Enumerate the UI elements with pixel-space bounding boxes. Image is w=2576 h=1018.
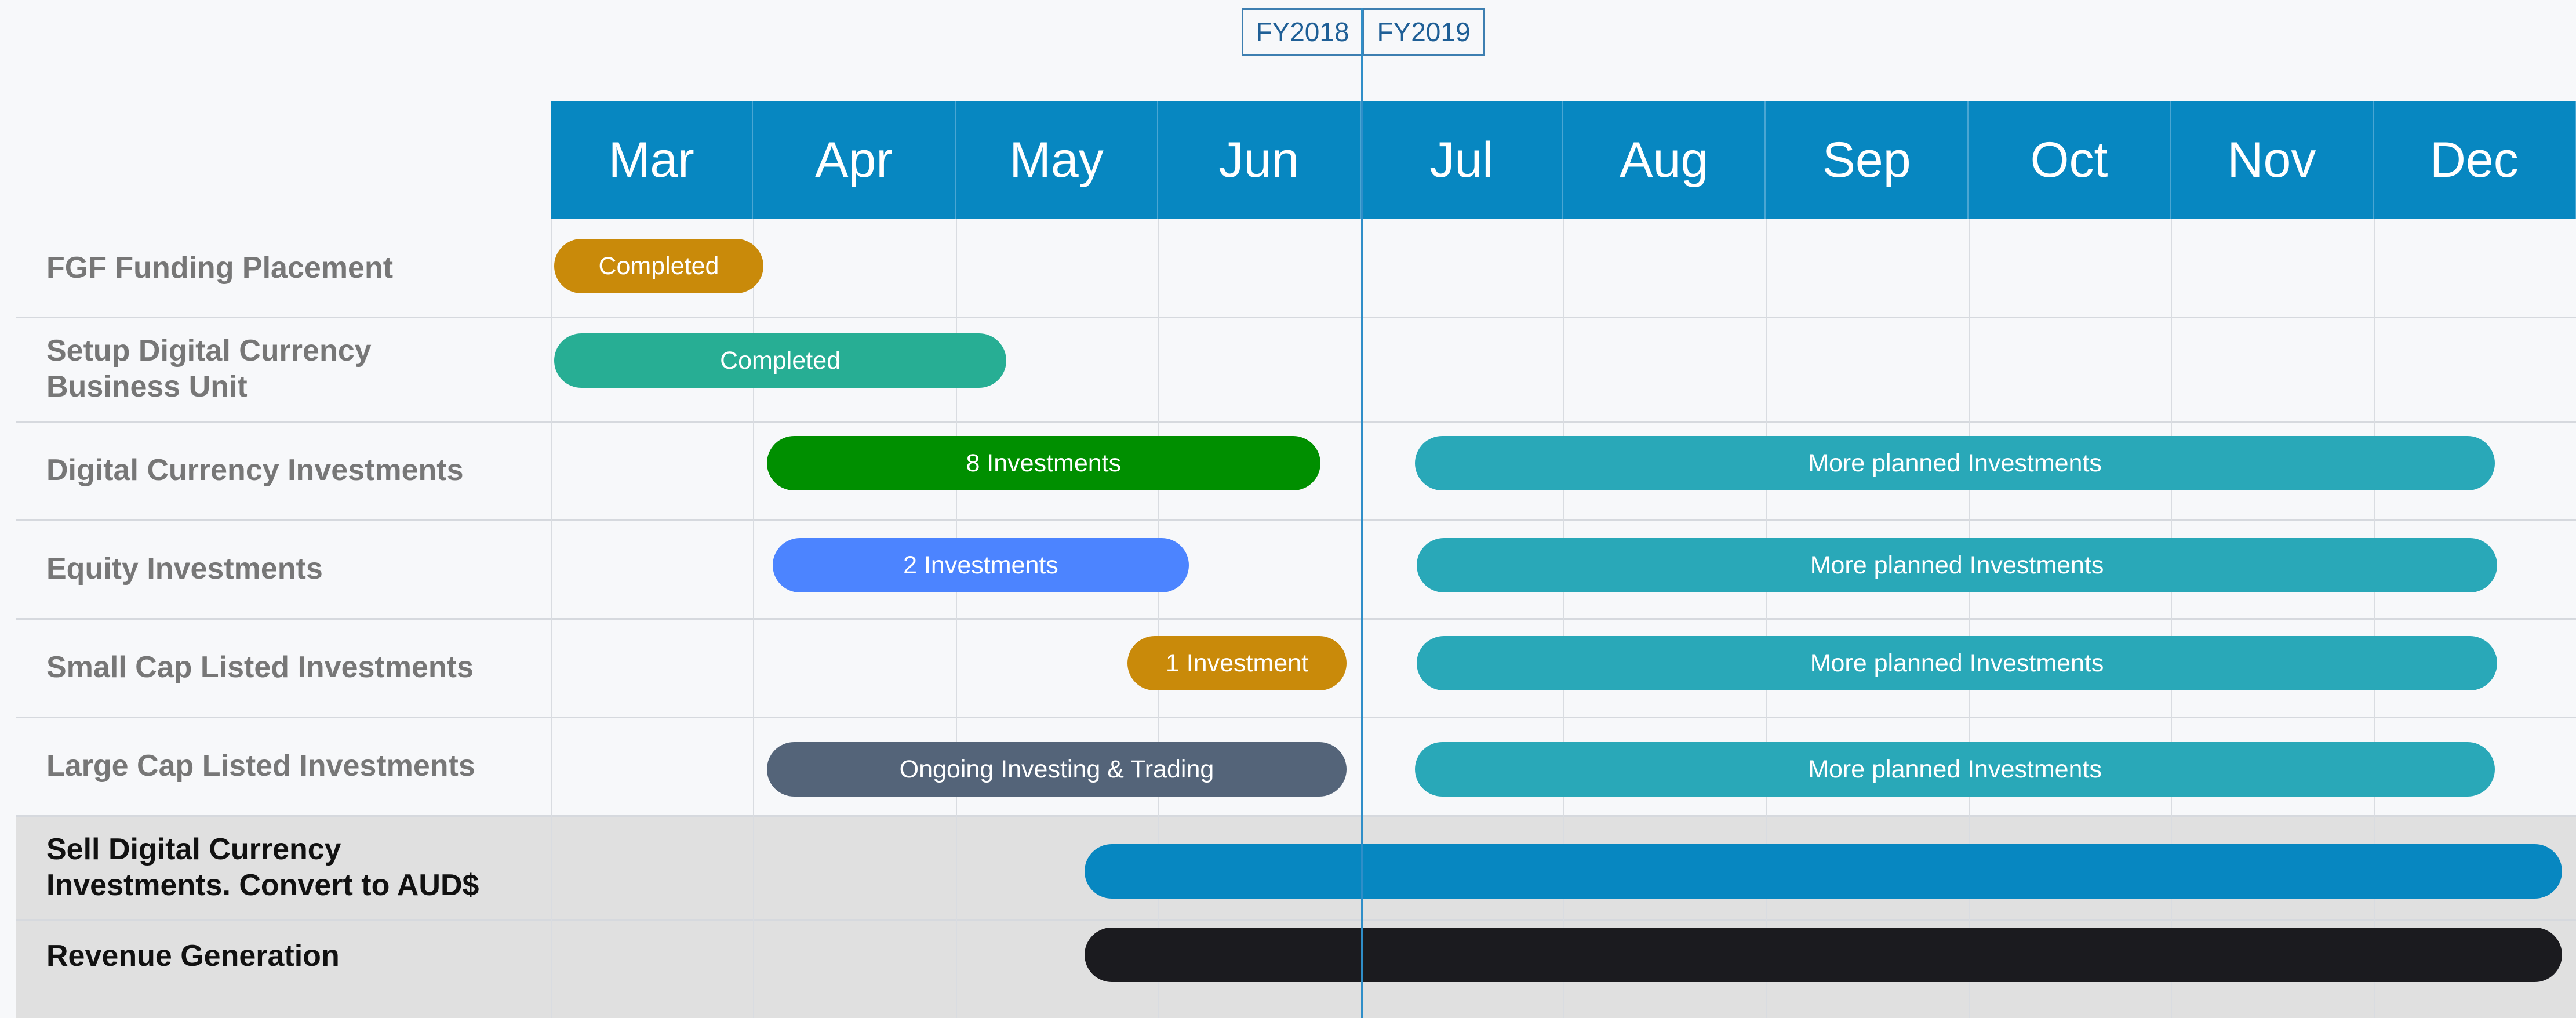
row-divider xyxy=(16,421,2576,423)
month-label-dec: Dec xyxy=(2374,101,2576,219)
row-label: Small Cap Listed Investments xyxy=(46,649,474,685)
row-divider xyxy=(16,815,2576,817)
month-label-may: May xyxy=(956,101,1159,219)
gantt-bar: More planned Investments xyxy=(1417,538,2497,592)
month-label-mar: Mar xyxy=(551,101,754,219)
gantt-bar: Completed xyxy=(554,239,763,293)
gantt-bar: More planned Investments xyxy=(1414,742,2495,797)
gantt-bar: Ongoing Investing & Trading xyxy=(766,742,1347,797)
row-divider xyxy=(16,519,2576,521)
row-label: Setup Digital Currency Business Unit xyxy=(46,333,372,405)
month-label-nov: Nov xyxy=(2171,101,2374,219)
month-label-jul: Jul xyxy=(1361,101,1563,219)
row-label-line: Setup Digital Currency xyxy=(46,334,372,368)
row-divider xyxy=(16,717,2576,718)
month-header: Mar Apr May Jun Jul Aug Sep Oct Nov Dec xyxy=(551,101,2576,219)
row-divider xyxy=(16,317,2576,318)
gantt-bar: More planned Investments xyxy=(1417,636,2497,690)
gantt-bar: 2 Investments xyxy=(773,538,1189,592)
month-label-oct: Oct xyxy=(1969,101,2171,219)
row-label: Large Cap Listed Investments xyxy=(46,748,475,784)
row-label-line: Sell Digital Currency xyxy=(46,832,341,866)
row-label-line: Investments. Convert to AUD$ xyxy=(46,868,479,902)
row-label-line: Revenue Generation xyxy=(46,939,340,973)
row-label-line: Digital Currency Investments xyxy=(46,453,464,487)
month-gridline xyxy=(551,219,552,1018)
gantt-bar: Completed xyxy=(554,333,1007,388)
fiscal-year-divider xyxy=(1361,8,1363,1018)
row-label: Revenue Generation xyxy=(46,938,340,974)
month-label-jun: Jun xyxy=(1158,101,1361,219)
month-label-sep: Sep xyxy=(1766,101,1969,219)
gantt-bar: More planned Investments xyxy=(1414,436,2495,490)
row-label: FGF Funding Placement xyxy=(46,250,393,286)
gantt-bar: 1 Investment xyxy=(1127,636,1347,690)
month-label-apr: Apr xyxy=(753,101,956,219)
row-label-line: FGF Funding Placement xyxy=(46,250,394,285)
gantt-bar xyxy=(1085,844,2562,899)
row-label: Digital Currency Investments xyxy=(46,452,464,488)
row-label-line: Business Unit xyxy=(46,370,248,403)
row-label-line: Large Cap Listed Investments xyxy=(46,749,475,783)
gantt-bar xyxy=(1085,928,2562,982)
row-label: Equity Investments xyxy=(46,551,323,587)
row-label: Sell Digital Currency Investments. Conver… xyxy=(46,831,479,903)
row-divider xyxy=(16,618,2576,620)
row-divider xyxy=(16,919,2576,921)
month-label-aug: Aug xyxy=(1563,101,1766,219)
fiscal-year-label-left: FY2018 xyxy=(1242,8,1363,56)
gantt-bar: 8 Investments xyxy=(766,436,1320,490)
row-label-line: Equity Investments xyxy=(46,552,323,586)
fiscal-year-label-right: FY2019 xyxy=(1362,8,1485,56)
row-label-line: Small Cap Listed Investments xyxy=(46,650,474,684)
